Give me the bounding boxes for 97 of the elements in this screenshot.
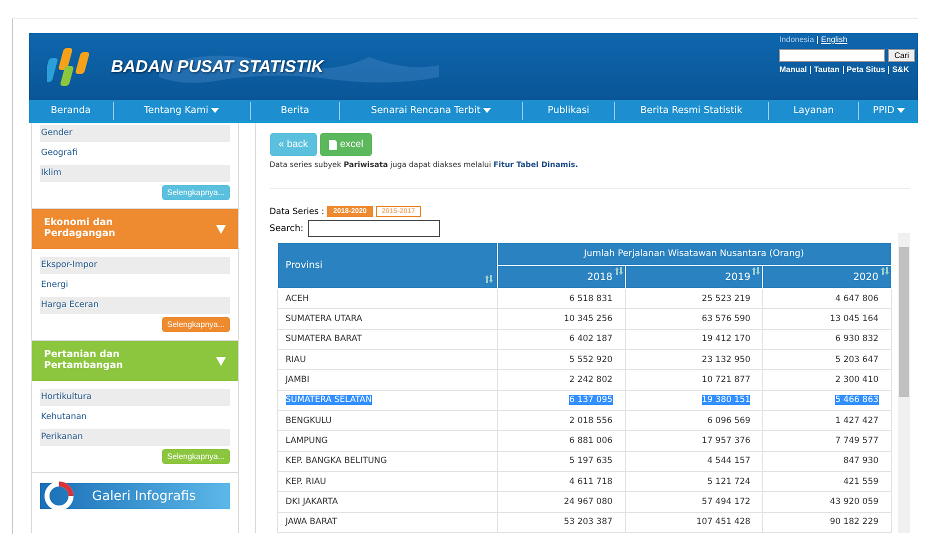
table-cell: 25 523 219 — [702, 294, 750, 304]
table-cell: 6 518 831 — [569, 294, 613, 304]
table-cell: RIAU — [286, 354, 306, 365]
nav-item[interactable]: Beranda — [29, 102, 114, 120]
column-group-header: Jumlah Perjalanan Wisatawan Nusantara (Orang) — [497, 242, 892, 266]
category-item[interactable]: Hortikultura — [40, 389, 230, 406]
table-cell: 6 402 187 — [569, 334, 613, 344]
table-cell: DKI JAKARTA — [286, 496, 338, 507]
table-cell: 6 930 832 — [835, 334, 879, 344]
table-cell: 57 494 172 — [702, 496, 750, 507]
excel-button[interactable]: excel — [320, 133, 372, 156]
table-cell: LAMPUNG — [286, 436, 328, 446]
table-cell: 107 451 428 — [696, 517, 750, 528]
table-cell: 43 920 059 — [830, 496, 879, 507]
table-cell: 5 197 635 — [569, 456, 613, 466]
language-link[interactable]: Indonesia — [779, 35, 814, 44]
table-cell: 17 957 376 — [702, 436, 750, 446]
table-cell: SUMATERA UTARA — [286, 314, 362, 324]
triangle-icon — [216, 224, 226, 234]
language-link[interactable]: English — [821, 35, 848, 44]
table-cell: 90 182 229 — [830, 517, 879, 528]
table-cell: 63 576 590 — [702, 314, 750, 324]
site-title: BADAN PUSAT STATISTIK — [111, 56, 324, 76]
table-cell: 5 203 647 — [835, 354, 879, 365]
scrollbar[interactable] — [898, 233, 910, 533]
nav-item[interactable]: Berita Resmi Statistik — [614, 102, 769, 120]
nav-item[interactable]: Tentang Kami — [114, 102, 251, 120]
category-header[interactable]: Ekonomi dan Perdagangan — [32, 209, 238, 249]
sort-icon — [484, 275, 493, 283]
table-cell: 5 121 724 — [707, 476, 750, 487]
column-header[interactable]: 2020 — [762, 266, 892, 288]
table-cell: 23 132 950 — [702, 354, 750, 365]
table-cell: SUMATERA BARAT — [286, 334, 362, 344]
search-label: Search: — [270, 224, 304, 234]
search-field[interactable] — [779, 49, 886, 62]
chart-icon — [44, 481, 74, 511]
table-cell: 19 412 170 — [702, 334, 750, 344]
table-cell: 4 544 157 — [707, 456, 750, 466]
header-link[interactable]: Tautan — [814, 65, 840, 74]
table-cell: 4 611 718 — [569, 476, 613, 487]
category-item[interactable]: Perikanan — [40, 429, 230, 446]
table-cell: 2 300 410 — [835, 374, 879, 385]
search-button[interactable]: Cari — [888, 49, 915, 62]
category-item[interactable]: Iklim — [40, 165, 230, 182]
table-cell: 421 559 — [843, 476, 879, 487]
header-link[interactable]: Peta Situs — [846, 65, 886, 74]
column-header[interactable]: Provinsi — [277, 242, 498, 288]
table-cell: 6 137 095 — [569, 395, 613, 406]
table-cell: 5 466 863 — [835, 395, 879, 406]
table-cell: 24 967 080 — [564, 496, 613, 507]
table-cell: 6 096 569 — [707, 416, 750, 426]
table-cell: 53 203 387 — [564, 517, 613, 528]
table-cell: 13 045 164 — [830, 314, 879, 324]
nav-item[interactable]: Layanan — [768, 102, 860, 120]
sort-icon — [880, 267, 889, 275]
table-cell: 847 930 — [843, 456, 879, 466]
table-cell: ACEH — [286, 294, 309, 304]
file-icon — [328, 140, 337, 150]
header-link[interactable]: S&K — [892, 65, 910, 74]
table-cell: 10 721 877 — [702, 374, 750, 385]
table-cell: 5 552 920 — [569, 354, 613, 365]
table-cell: JAMBI — [286, 374, 310, 385]
nav-item[interactable]: Publikasi — [523, 102, 615, 120]
nav-item[interactable]: PPID — [859, 102, 918, 120]
gallery-banner[interactable]: Galeri Infografis — [40, 483, 230, 509]
column-header[interactable]: 2018 — [497, 266, 626, 288]
table-cell: 19 380 151 — [702, 395, 750, 406]
category-item[interactable]: Energi — [40, 277, 230, 294]
table-cell: 2 242 802 — [569, 374, 613, 385]
category-item[interactable]: Gender — [40, 125, 230, 142]
triangle-icon — [216, 356, 226, 366]
table-cell: BENGKULU — [286, 416, 332, 426]
more-button[interactable]: Selengkapnya... — [162, 317, 230, 332]
back-button[interactable]: « back — [270, 133, 317, 156]
sort-icon — [752, 267, 760, 275]
search-field[interactable] — [308, 220, 440, 237]
category-item[interactable]: Geografi — [40, 145, 230, 162]
nav-item[interactable]: Berita — [250, 102, 340, 120]
column-header[interactable]: 2019 — [625, 266, 763, 288]
table-cell: JAWA BARAT — [286, 517, 338, 528]
table-cell: 6 881 006 — [569, 436, 613, 446]
table-cell: 1 427 427 — [835, 416, 879, 426]
data-series-label: Data Series : — [270, 206, 324, 216]
table-cell: 4 647 806 — [835, 294, 879, 304]
sort-icon — [614, 267, 623, 275]
table-cell: KEP. BANGKA BELITUNG — [286, 456, 388, 466]
more-button[interactable]: Selengkapnya... — [162, 185, 230, 200]
category-item[interactable]: Harga Eceran — [40, 297, 230, 314]
table-cell: SUMATERA SELATAN — [286, 395, 372, 406]
table-cell: 10 345 256 — [564, 314, 613, 324]
nav-item[interactable]: Senarai Rencana Terbit — [340, 102, 524, 120]
table-cell: KEP. RIAU — [286, 476, 326, 487]
table-cell: 2 018 556 — [569, 416, 613, 426]
table-cell: 7 749 577 — [835, 436, 879, 446]
header-link[interactable]: Manual — [779, 65, 807, 74]
category-item[interactable]: Ekspor-Impor — [40, 257, 230, 274]
category-item[interactable]: Kehutanan — [40, 409, 230, 426]
